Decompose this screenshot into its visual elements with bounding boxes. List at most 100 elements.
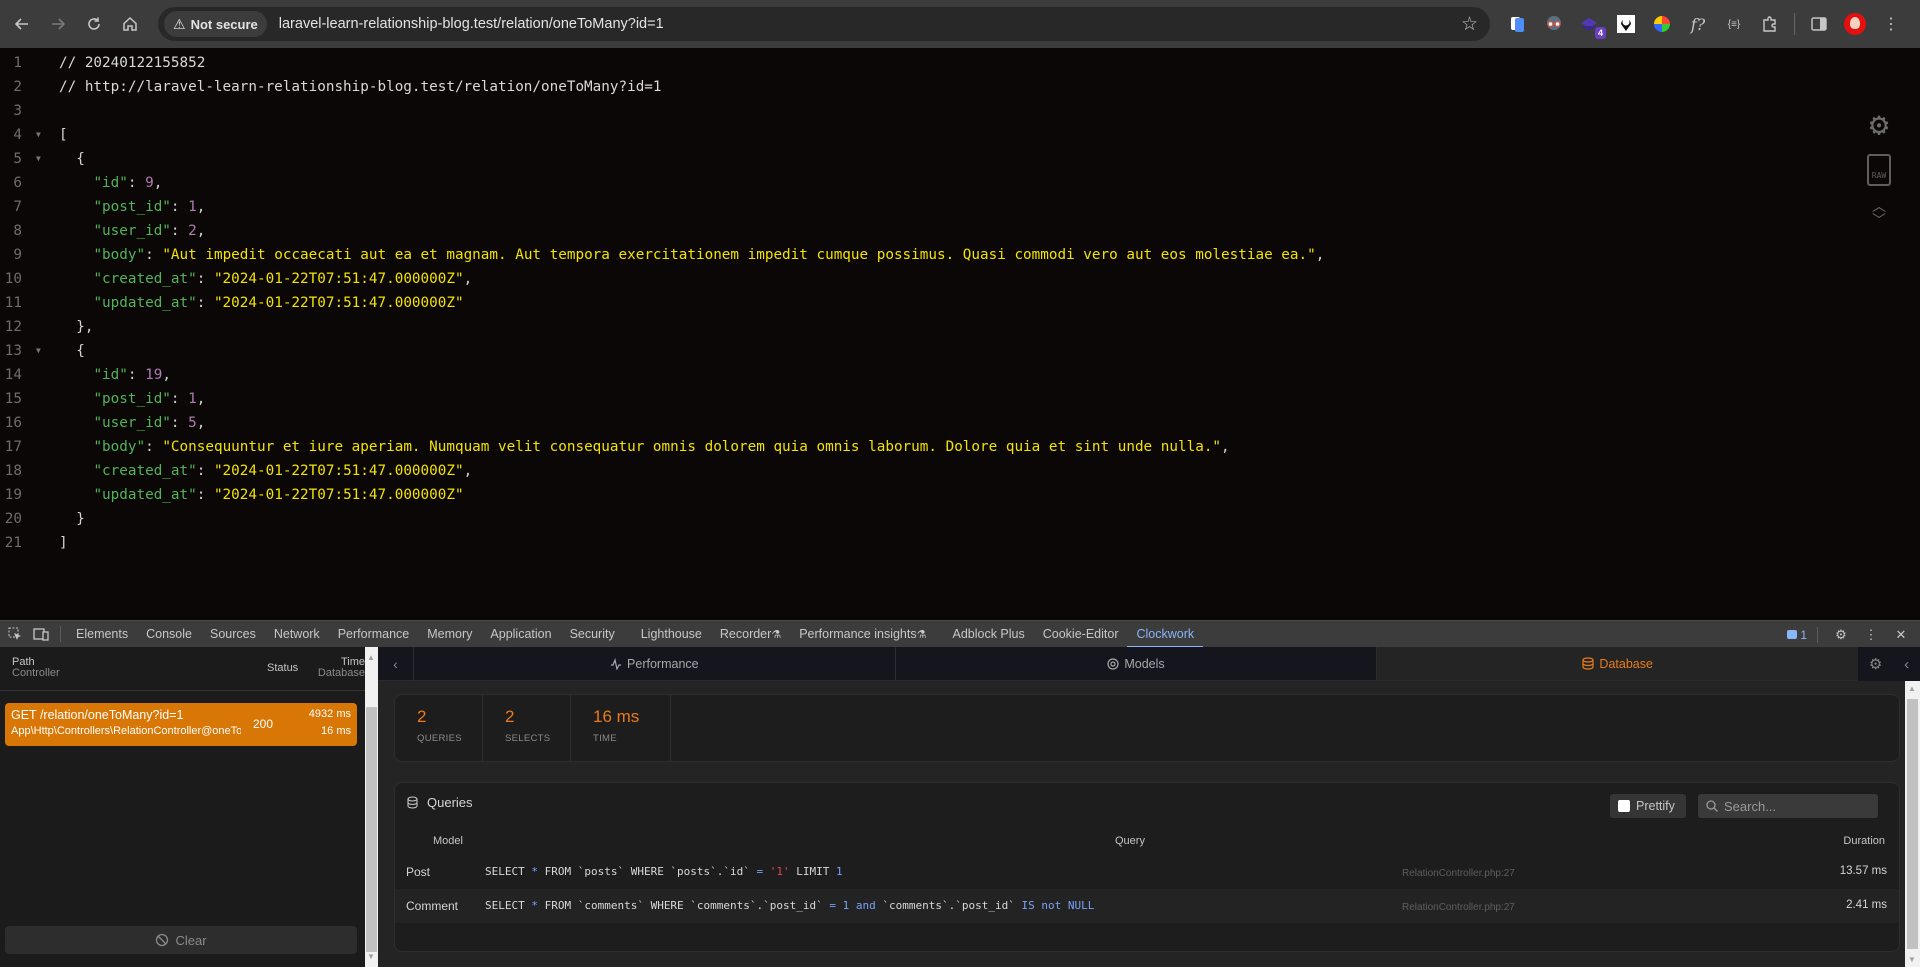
line-number: 5	[13, 151, 22, 167]
scrollbar-thumb[interactable]	[366, 707, 377, 952]
scroll-down-icon[interactable]: ▼	[1908, 955, 1916, 964]
side-panel-button[interactable]	[1801, 6, 1837, 42]
col-model[interactable]: Model	[433, 835, 463, 847]
ip-pin-icon	[1617, 15, 1635, 33]
device-toolbar-button[interactable]	[28, 621, 54, 648]
search-field[interactable]	[1698, 794, 1878, 818]
scrollbar-thumb[interactable]	[1907, 699, 1918, 949]
tab-models-label: Models	[1124, 656, 1165, 671]
token: :	[170, 391, 189, 407]
checkbox-box[interactable]	[1618, 800, 1630, 812]
scroll-down-icon[interactable]: ▼	[367, 952, 375, 961]
devtools-tab-network[interactable]: Network	[265, 621, 329, 648]
issues-counter[interactable]: 1	[1787, 628, 1807, 642]
raw-label: RAW	[1871, 171, 1887, 180]
ban-icon	[156, 933, 169, 947]
line-number: 15	[4, 391, 22, 407]
devtools-tab-console[interactable]: Console	[137, 621, 201, 648]
request-time: 4932 ms	[308, 708, 351, 720]
request-row[interactable]: GET /relation/oneToMany?id=1 App\Http\Co…	[5, 703, 357, 746]
bookmark-star-icon[interactable]: ☆	[1461, 13, 1478, 36]
devtools-tab-performance[interactable]: Performance	[329, 621, 419, 648]
tab-models[interactable]: Models	[896, 647, 1378, 680]
kebab-menu-icon: ⋮	[1864, 626, 1878, 642]
spy-extension[interactable]	[1536, 6, 1572, 42]
extensions-menu[interactable]	[1752, 6, 1788, 42]
devtools-tab-security[interactable]: Security	[561, 621, 624, 648]
col-status[interactable]: Status	[267, 662, 298, 674]
devtools-tab-adblock-plus[interactable]: Adblock Plus	[943, 621, 1033, 648]
tab-label: Lighthouse	[640, 627, 702, 641]
extension-badge: 4	[1594, 27, 1606, 39]
ip-extension[interactable]	[1608, 6, 1644, 42]
toolbar-divider	[60, 626, 61, 642]
reload-button[interactable]	[76, 6, 112, 42]
request-controller: App\Http\Controllers\RelationController@…	[11, 725, 241, 737]
scroll-up-icon[interactable]: ▲	[1908, 684, 1916, 693]
devtools-tab-lighthouse[interactable]: Lighthouse	[632, 621, 711, 648]
devtools-tab-sources[interactable]: Sources	[201, 621, 265, 648]
raw-file-icon[interactable]: RAW	[1867, 154, 1891, 186]
fold-toggle-icon[interactable]: ▼	[36, 339, 41, 363]
devtools-tab-performance-insights[interactable]: Performance insights ⚗	[790, 621, 935, 648]
tab-label: Clockwork	[1136, 627, 1195, 641]
fold-toggle-icon[interactable]: ▼	[36, 123, 41, 147]
line-content: ]	[59, 531, 68, 555]
address-bar[interactable]: ⚠ Not secure laravel-learn-relationship-…	[158, 7, 1490, 41]
search-input[interactable]	[1724, 798, 1864, 814]
profile-button[interactable]	[1837, 6, 1873, 42]
devtools-close-button[interactable]: ✕	[1888, 621, 1914, 648]
layers-extension[interactable]: 4	[1572, 6, 1608, 42]
collapse-sidebar-button[interactable]: ‹	[378, 647, 414, 681]
query-row[interactable]: Comment SELECT * FROM `comments` WHERE `…	[395, 889, 1899, 923]
settings-gear-icon[interactable]: ⚙	[1869, 108, 1888, 140]
token: "id"	[93, 367, 128, 383]
devtools-tab-elements[interactable]: Elements	[67, 621, 137, 648]
col-query[interactable]: Query	[1115, 835, 1145, 847]
code-line: 20 }	[0, 507, 1800, 531]
home-button[interactable]	[112, 6, 148, 42]
back-button[interactable]	[4, 6, 40, 42]
devtools-tab-clockwork[interactable]: Clockwork	[1127, 621, 1203, 648]
chevron-left-icon[interactable]: ‹	[1904, 656, 1909, 673]
query-file-link[interactable]: RelationController.php:27	[1402, 902, 1515, 913]
devtools-menu-button[interactable]: ⋮	[1858, 621, 1884, 648]
token: :	[170, 415, 189, 431]
details-scrollbar[interactable]: ▲ ▼	[1905, 681, 1920, 967]
requests-scrollbar[interactable]: ▲ ▼	[365, 647, 378, 967]
security-indicator[interactable]: ⚠ Not secure	[164, 11, 267, 37]
tab-label: Cookie-Editor	[1042, 627, 1119, 641]
clear-button[interactable]: Clear	[5, 926, 357, 954]
settings-gear-icon[interactable]: ⚙	[1869, 655, 1882, 673]
fold-toggle-icon[interactable]: ▼	[36, 147, 41, 171]
prettify-checkbox[interactable]: Prettify	[1610, 794, 1686, 818]
color-extension[interactable]	[1644, 6, 1680, 42]
devtools-tab-application[interactable]: Application	[481, 621, 560, 648]
devtools-settings-button[interactable]: ⚙	[1828, 621, 1854, 648]
col-duration[interactable]: Duration	[1843, 835, 1885, 847]
forward-button[interactable]	[40, 6, 76, 42]
token: :	[127, 367, 146, 383]
devtools-tab-cookie-editor[interactable]: Cookie-Editor	[1034, 621, 1128, 648]
chevron-down-icon[interactable]: ﹀	[1872, 214, 1886, 228]
query-file-link[interactable]: RelationController.php:27	[1402, 868, 1515, 879]
devtools-tab-recorder[interactable]: Recorder ⚗	[711, 621, 790, 648]
tab-performance[interactable]: Performance	[414, 647, 896, 680]
query-row[interactable]: Post SELECT * FROM `posts` WHERE `posts`…	[395, 855, 1899, 889]
chevron-up-icon[interactable]: ︿	[1872, 200, 1886, 214]
scroll-up-icon[interactable]: ▲	[367, 653, 375, 662]
url-text[interactable]: laravel-learn-relationship-blog.test/rel…	[279, 16, 664, 32]
devtools-tab-memory[interactable]: Memory	[418, 621, 481, 648]
inspect-element-button[interactable]	[2, 621, 28, 648]
browser-menu-button[interactable]: ⋮	[1873, 6, 1909, 42]
docs-extension[interactable]	[1500, 6, 1536, 42]
tab-database[interactable]: Database	[1377, 647, 1859, 680]
font-question-icon: f?	[1690, 14, 1706, 34]
request-details-panel: ‹ Performance Models Database ⚙ ‹ 2 QUER…	[378, 647, 1920, 967]
token: ,	[196, 223, 206, 239]
font-extension[interactable]: f?	[1680, 6, 1716, 42]
collapse-expand-toggle[interactable]: ︿ ﹀	[1872, 200, 1886, 228]
query-sql: SELECT * FROM `comments` WHERE `comments…	[485, 899, 1094, 912]
json-extension[interactable]: {≡}	[1716, 6, 1752, 42]
